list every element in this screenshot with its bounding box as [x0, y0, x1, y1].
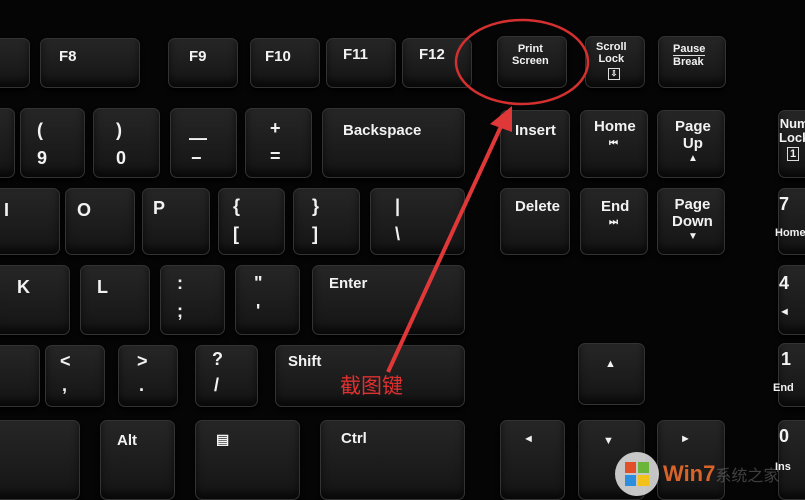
watermark-text: Win7 [663, 461, 716, 486]
watermark: Win7 系统之家 [615, 452, 779, 496]
annotation-overlay [386, 18, 590, 373]
pointer-arrow-line [386, 121, 505, 373]
annotation-label: 截图键 [340, 374, 403, 398]
highlight-circle [454, 18, 590, 106]
windows-logo-icon [615, 452, 659, 496]
watermark-text-cn: 系统之家 [715, 468, 780, 485]
